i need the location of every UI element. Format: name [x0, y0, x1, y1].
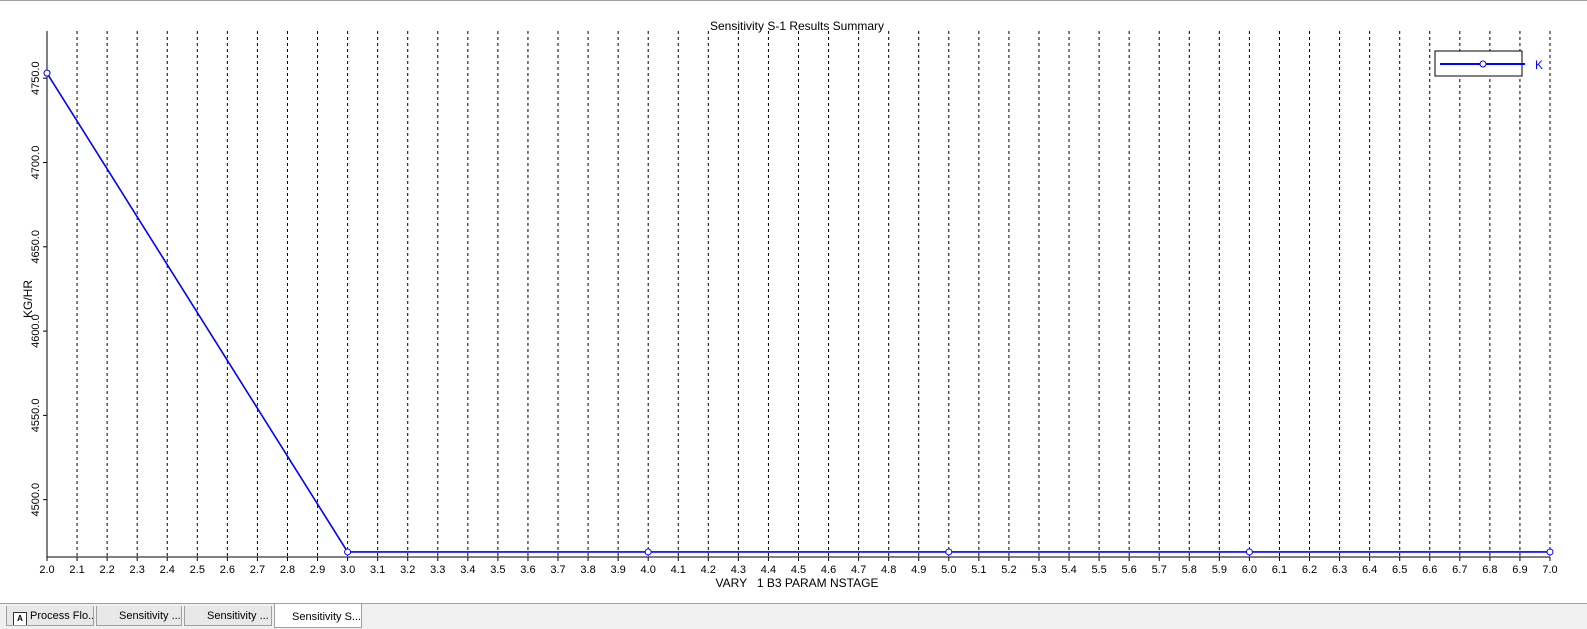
- y-tick-label: 4650.0: [30, 230, 42, 264]
- x-tick-label: 3.0: [340, 564, 355, 576]
- x-tick-label: 2.8: [280, 564, 295, 576]
- x-tick-label: 2.0: [39, 564, 54, 576]
- x-tick-label: 6.9: [1512, 564, 1527, 576]
- flowsheet-icon: A: [13, 612, 27, 625]
- x-tick-label: 4.5: [791, 564, 806, 576]
- x-tick-label: 6.8: [1482, 564, 1497, 576]
- x-tick-label: 5.5: [1091, 564, 1106, 576]
- x-tick-label: 4.4: [761, 564, 776, 576]
- x-tick-label: 2.9: [310, 564, 325, 576]
- x-tick-labels: 2.0 2.1 2.2 2.3 2.4 2.5 2.6 2.7 2.8 2.9 3.0 3.1 3.2 3…: [39, 557, 1558, 576]
- document-tab-bar: A Process Flo... Sensitivity ... Sensitiv…: [0, 603, 1587, 629]
- tab-label: Sensitivity ...: [207, 610, 269, 622]
- x-tick-label: 5.2: [1001, 564, 1016, 576]
- y-axis-label: KG/HR: [21, 280, 35, 318]
- y-tick-label: 4600.0: [30, 314, 42, 348]
- x-tick-label: 4.0: [641, 564, 656, 576]
- x-tick-label: 3.1: [370, 564, 385, 576]
- x-tick-label: 3.3: [430, 564, 445, 576]
- x-tick-label: 2.4: [160, 564, 175, 576]
- tab-sensitivity-1[interactable]: Sensitivity ...: [96, 606, 182, 626]
- x-tick-label: 5.9: [1212, 564, 1227, 576]
- x-tick-label: 6.6: [1422, 564, 1437, 576]
- x-tick-label: 2.1: [69, 564, 84, 576]
- x-tick-label: 3.5: [490, 564, 505, 576]
- line-chart: 2.0 2.1 2.2 2.3 2.4 2.5 2.6 2.7 2.8 2.9 3.0 3.1 3.2 3…: [21, 19, 1558, 590]
- tab-sensitivity-3[interactable]: Sensitivity S...: [274, 604, 362, 628]
- x-tick-label: 5.8: [1182, 564, 1197, 576]
- tab-label: Sensitivity S...: [292, 611, 362, 623]
- data-point: [644, 548, 652, 556]
- x-tick-label: 6.3: [1332, 564, 1347, 576]
- tab-label: Sensitivity ...: [119, 610, 181, 622]
- chart-title: Sensitivity S-1 Results Summary: [710, 19, 884, 33]
- x-tick-label: 5.3: [1031, 564, 1046, 576]
- tab-sensitivity-2[interactable]: Sensitivity ...: [184, 606, 272, 626]
- x-tick-label: 6.4: [1362, 564, 1377, 576]
- tab-label: Process Flo...: [30, 610, 94, 622]
- legend-label: K: [1535, 58, 1543, 72]
- y-tick-label: 4700.0: [30, 146, 42, 180]
- y-tick-label: 4550.0: [30, 399, 42, 433]
- data-point: [945, 548, 953, 556]
- x-tick-label: 3.8: [580, 564, 595, 576]
- x-tick-label: 3.9: [610, 564, 625, 576]
- x-tick-label: 6.5: [1392, 564, 1407, 576]
- data-point: [344, 548, 352, 556]
- x-tick-label: 4.9: [911, 564, 926, 576]
- x-tick-label: 2.6: [220, 564, 235, 576]
- data-point: [1546, 548, 1554, 556]
- x-tick-label: 7.0: [1542, 564, 1557, 576]
- x-tick-label: 3.6: [520, 564, 535, 576]
- x-tick-label: 2.2: [99, 564, 114, 576]
- x-tick-label: 3.7: [550, 564, 565, 576]
- series-line-K: [46, 72, 1550, 553]
- x-tick-label: 4.3: [731, 564, 746, 576]
- x-tick-label: 4.1: [671, 564, 686, 576]
- y-tick-label: 4500.0: [30, 483, 42, 517]
- y-tick-label: 4750.0: [30, 61, 42, 95]
- chart-panel: 2.0 2.1 2.2 2.3 2.4 2.5 2.6 2.7 2.8 2.9 3.0 3.1 3.2 3…: [0, 0, 1587, 603]
- x-tick-label: 2.3: [130, 564, 145, 576]
- x-tick-label: 5.6: [1122, 564, 1137, 576]
- x-tick-label: 5.7: [1152, 564, 1167, 576]
- x-tick-label: 5.1: [971, 564, 986, 576]
- data-point: [1245, 548, 1253, 556]
- grid-lines: [76, 31, 1551, 557]
- x-tick-label: 2.5: [190, 564, 205, 576]
- data-point: [43, 69, 51, 77]
- x-tick-label: 4.7: [851, 564, 866, 576]
- x-tick-label: 5.4: [1061, 564, 1076, 576]
- legend: K: [1434, 50, 1543, 77]
- x-tick-label: 6.0: [1242, 564, 1257, 576]
- x-tick-label: 4.2: [701, 564, 716, 576]
- x-tick-label: 3.2: [400, 564, 415, 576]
- x-tick-label: 6.1: [1272, 564, 1287, 576]
- x-tick-label: 4.8: [881, 564, 896, 576]
- x-tick-label: 2.7: [250, 564, 265, 576]
- x-tick-label: 5.0: [941, 564, 956, 576]
- x-tick-label: 6.7: [1452, 564, 1467, 576]
- x-tick-label: 6.2: [1302, 564, 1317, 576]
- x-tick-label: 4.6: [821, 564, 836, 576]
- x-tick-label: 3.4: [460, 564, 475, 576]
- x-axis-label: VARY 1 B3 PARAM NSTAGE: [716, 576, 879, 590]
- tab-process-flowsheet[interactable]: A Process Flo...: [6, 606, 94, 626]
- legend-marker: [1479, 60, 1487, 68]
